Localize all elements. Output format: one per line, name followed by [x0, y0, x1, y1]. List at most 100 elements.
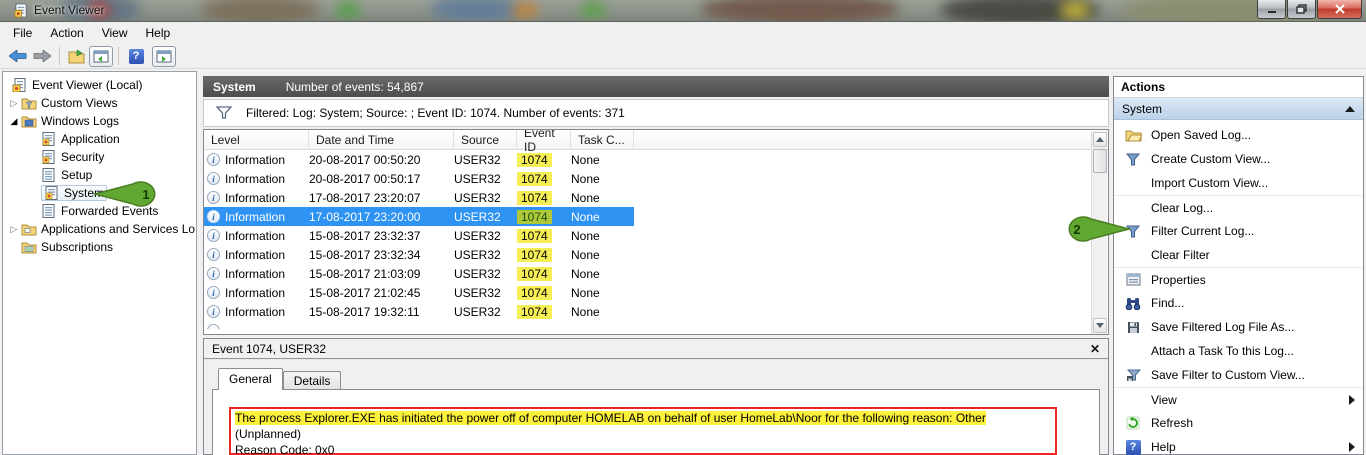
action-create-custom-view[interactable]: Create Custom View... [1114, 147, 1363, 171]
titlebar-blur-blob [512, 2, 538, 18]
action-save-filtered-log-file-as[interactable]: Save Filtered Log File As... [1114, 315, 1363, 339]
export-log-button[interactable] [65, 45, 89, 67]
action-label: Help [1151, 440, 1176, 454]
scrollbar-thumb[interactable] [1093, 149, 1107, 173]
column-header-source[interactable]: Source [454, 130, 517, 149]
table-row-partial [204, 321, 634, 329]
action-save-filter-to-custom-view[interactable]: Save Filter to Custom View... [1114, 363, 1363, 387]
titlebar-blur-blob [430, 0, 520, 21]
information-icon: i [207, 267, 220, 280]
expander-collapsed-icon[interactable]: ▷ [8, 224, 20, 235]
table-row[interactable]: i Information 20-08-2017 00:50:20 USER32 … [204, 150, 634, 169]
cell-task: None [571, 190, 600, 205]
table-row[interactable]: i Information 15-08-2017 21:02:45 USER32 … [204, 283, 634, 302]
action-properties[interactable]: Properties [1114, 267, 1363, 291]
cell-level: Information [225, 285, 286, 300]
tree-item-label: Security [61, 150, 105, 164]
cell-event-id: 1074 [517, 304, 552, 319]
cell-source: USER32 [454, 228, 501, 243]
filter-icon [1126, 153, 1140, 165]
forward-button[interactable] [30, 45, 54, 67]
action-label: Clear Filter [1151, 248, 1210, 262]
cell-level: Information [225, 209, 286, 224]
collapse-section-icon[interactable] [1345, 105, 1355, 112]
column-header-date-time[interactable]: Date and Time [309, 130, 454, 149]
close-button[interactable] [1317, 0, 1362, 19]
menu-view[interactable]: View [93, 23, 137, 43]
event-viewer-window: Event Viewer File Action View Help ? Eve… [0, 0, 1366, 455]
titlebar-blur-blob [200, 0, 320, 21]
restore-icon [1296, 4, 1307, 14]
action-find[interactable]: Find... [1114, 291, 1363, 315]
table-row[interactable]: i Information 15-08-2017 23:32:34 USER32 … [204, 245, 634, 264]
action-help[interactable]: ? Help [1114, 435, 1363, 455]
scroll-up-button[interactable] [1093, 132, 1107, 147]
expander-expanded-icon[interactable]: ◢ [8, 116, 20, 127]
cell-datetime: 15-08-2017 21:02:45 [309, 285, 421, 300]
action-label: Create Custom View... [1151, 152, 1271, 166]
tree-item-windows-logs[interactable]: ◢ Windows Logs [3, 112, 196, 130]
actions-section-system[interactable]: System [1114, 98, 1363, 120]
action-clear-filter[interactable]: Clear Filter [1114, 243, 1363, 267]
expander-collapsed-icon[interactable]: ▷ [8, 98, 20, 109]
cell-event-id: 1074 [517, 228, 552, 243]
cell-datetime: 15-08-2017 23:32:37 [309, 228, 421, 243]
action-refresh[interactable]: Refresh [1114, 411, 1363, 435]
table-row[interactable]: i Information 15-08-2017 23:32:37 USER32 … [204, 226, 634, 245]
event-message-box: The process Explorer.EXE has initiated t… [229, 407, 1057, 455]
help-button[interactable]: ? [124, 45, 148, 67]
table-row-selected[interactable]: i Information 17-08-2017 23:20:00 USER32 … [204, 207, 634, 226]
maximize-button[interactable] [1287, 0, 1316, 19]
action-label: Attach a Task To this Log... [1151, 344, 1294, 358]
submenu-arrow-icon [1349, 394, 1355, 405]
column-header-level[interactable]: Level [204, 130, 309, 149]
menu-file[interactable]: File [4, 23, 41, 43]
cell-datetime: 15-08-2017 23:32:34 [309, 247, 421, 262]
log-view-header: System Number of events: 54,867 [203, 76, 1109, 97]
tree-item-label: Subscriptions [41, 240, 114, 254]
cell-task: None [571, 171, 600, 186]
action-view[interactable]: View [1114, 387, 1363, 411]
tree-root-event-viewer-local[interactable]: Event Viewer (Local) [3, 76, 196, 94]
table-row[interactable]: i Information 20-08-2017 00:50:17 USER32 … [204, 169, 634, 188]
cell-datetime: 17-08-2017 23:20:07 [309, 190, 421, 205]
minimize-button[interactable] [1257, 0, 1286, 19]
tree-item-label: Setup [61, 168, 93, 182]
information-icon: i [207, 210, 220, 223]
cell-level: Information [225, 304, 286, 319]
tree-item-applications-and-services[interactable]: ▷ Applications and Services Lo [3, 220, 196, 238]
back-button[interactable] [6, 45, 30, 67]
column-header-task-category[interactable]: Task C... [571, 130, 634, 149]
toolbar-separator [118, 47, 119, 65]
table-row[interactable]: i Information 15-08-2017 21:03:09 USER32 … [204, 264, 634, 283]
action-filter-current-log[interactable]: Filter Current Log... [1114, 219, 1363, 243]
information-icon: i [207, 191, 220, 204]
table-row[interactable]: i Information 15-08-2017 19:32:11 USER32 … [204, 302, 634, 321]
tree-item-security[interactable]: Security [3, 148, 196, 166]
refresh-icon [1126, 416, 1140, 430]
cell-level: Information [225, 228, 286, 243]
action-open-saved-log[interactable]: Open Saved Log... [1114, 123, 1363, 147]
show-hide-console-tree-button[interactable] [89, 45, 113, 67]
tab-details[interactable]: Details [282, 371, 342, 390]
windows-logs-folder-icon [21, 116, 37, 128]
tree-item-subscriptions[interactable]: Subscriptions [3, 238, 196, 256]
action-clear-log[interactable]: Clear Log... [1114, 195, 1363, 219]
action-import-custom-view[interactable]: Import Custom View... [1114, 171, 1363, 195]
scroll-down-button[interactable] [1093, 318, 1107, 333]
close-icon [1334, 4, 1345, 14]
tree-item-custom-views[interactable]: ▷ Custom Views [3, 94, 196, 112]
show-hide-action-pane-button[interactable] [152, 45, 176, 67]
table-row[interactable]: i Information 17-08-2017 23:20:07 USER32 … [204, 188, 634, 207]
detail-close-icon[interactable]: ✕ [1090, 342, 1100, 356]
toolbar: ? [0, 44, 1366, 69]
action-attach-task-to-log[interactable]: Attach a Task To this Log... [1114, 339, 1363, 363]
menu-action[interactable]: Action [41, 23, 92, 43]
menu-help[interactable]: Help [137, 23, 180, 43]
save-icon [1127, 321, 1139, 333]
column-header-event-id[interactable]: Event ID [517, 130, 571, 154]
tab-general[interactable]: General [218, 368, 283, 390]
action-label: Find... [1151, 296, 1185, 310]
tree-item-application[interactable]: Application [3, 130, 196, 148]
title-bar: Event Viewer [0, 0, 1366, 22]
